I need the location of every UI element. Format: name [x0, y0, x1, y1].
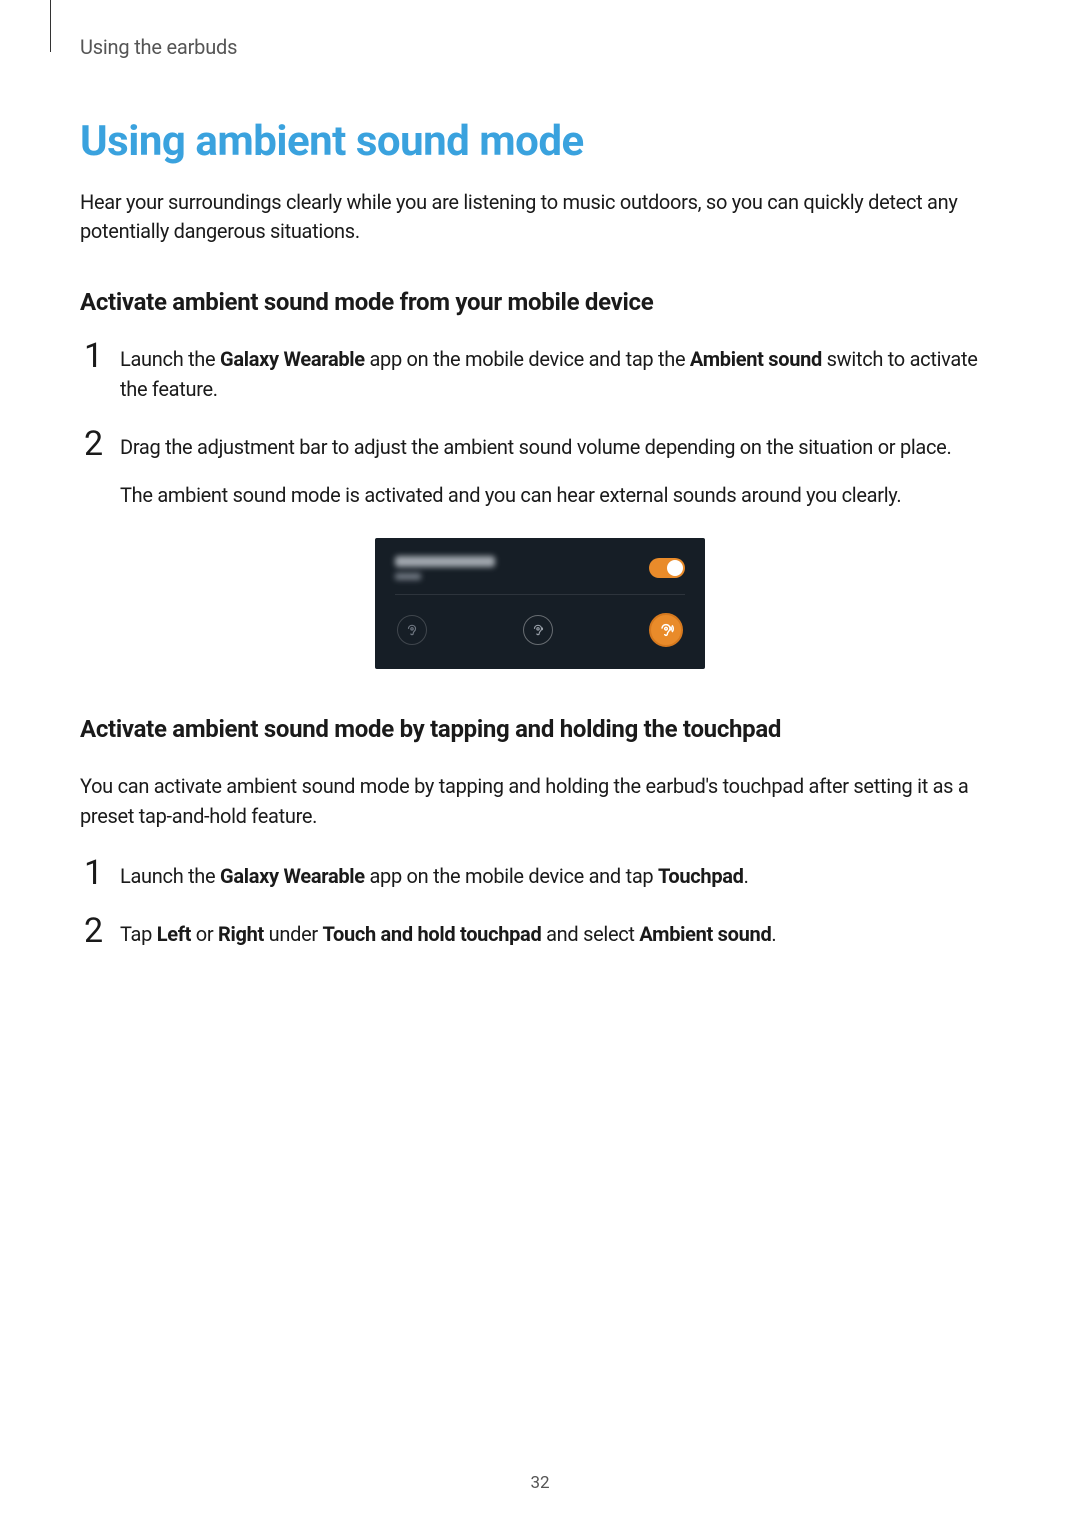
text: Drag the adjustment bar to adjust the am… — [120, 432, 1000, 462]
step-number: 2 — [84, 914, 120, 948]
bold-text: Touch and hold touchpad — [323, 922, 542, 946]
page-number: 32 — [0, 1473, 1080, 1493]
text: app on the mobile device and tap — [365, 864, 658, 888]
bold-text: Galaxy Wearable — [220, 864, 365, 888]
step-body: Tap Left or Right under Touch and hold t… — [120, 919, 1000, 949]
header-rule — [50, 0, 51, 52]
ambient-sound-level-row — [395, 613, 685, 647]
bold-text: Ambient sound — [690, 347, 822, 371]
bold-text: Touchpad — [658, 864, 744, 888]
text: The ambient sound mode is activated and … — [120, 480, 1000, 510]
step-number: 1 — [84, 856, 120, 890]
bold-text: Right — [218, 922, 264, 946]
section2-step2: 2 Tap Left or Right under Touch and hold… — [80, 919, 1000, 949]
step-number: 1 — [84, 339, 120, 373]
intro-text: Hear your surroundings clearly while you… — [80, 188, 1000, 246]
section2-step1: 1 Launch the Galaxy Wearable app on the … — [80, 861, 1000, 891]
text: or — [191, 922, 218, 946]
ambient-sound-label-blurred — [395, 556, 495, 580]
bold-text: Ambient sound — [639, 922, 771, 946]
text: and select — [541, 922, 639, 946]
text: app on the mobile device and tap the — [365, 347, 690, 371]
text: Launch the — [120, 864, 220, 888]
ear-mid-icon — [523, 615, 553, 645]
step-body: Launch the Galaxy Wearable app on the mo… — [120, 344, 1000, 404]
ear-low-icon — [397, 615, 427, 645]
text: . — [771, 922, 776, 946]
text: under — [264, 922, 323, 946]
section1-heading: Activate ambient sound mode from your mo… — [80, 288, 1000, 316]
ear-high-icon — [649, 613, 683, 647]
page-content: Using the earbuds Using ambient sound mo… — [0, 0, 1080, 949]
section1-step2: 2 Drag the adjustment bar to adjust the … — [80, 432, 1000, 510]
text: Tap — [120, 922, 157, 946]
breadcrumb: Using the earbuds — [80, 35, 1000, 59]
section2-intro: You can activate ambient sound mode by t… — [80, 771, 1000, 831]
section2-heading: Activate ambient sound mode by tapping a… — [80, 715, 1000, 743]
page-title: Using ambient sound mode — [80, 117, 1000, 166]
step-number: 2 — [84, 427, 120, 461]
step-body: Drag the adjustment bar to adjust the am… — [120, 432, 1000, 510]
section1-step1: 1 Launch the Galaxy Wearable app on the … — [80, 344, 1000, 404]
text: . — [744, 864, 749, 888]
bold-text: Galaxy Wearable — [220, 347, 365, 371]
bold-text: Left — [157, 922, 191, 946]
text: Launch the — [120, 347, 220, 371]
ambient-sound-toggle-row — [395, 556, 685, 595]
screenshot-wrapper — [80, 538, 1000, 669]
ambient-sound-screenshot — [375, 538, 705, 669]
step-body: Launch the Galaxy Wearable app on the mo… — [120, 861, 1000, 891]
ambient-sound-toggle-on — [649, 558, 685, 578]
